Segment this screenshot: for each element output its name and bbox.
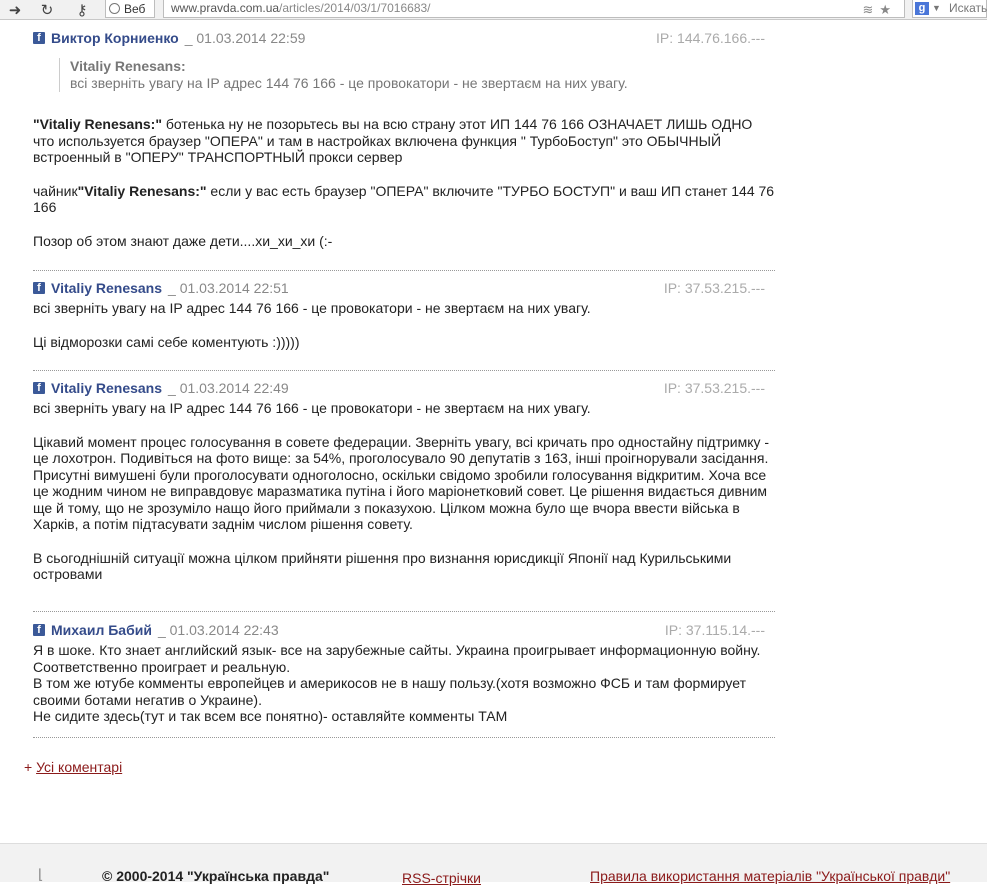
reply-mention: "Vitaliy Renesans:" bbox=[33, 116, 162, 132]
quote-text: всі зверніть увагу на IP адрес 144 76 16… bbox=[70, 75, 628, 91]
comment-body: всі зверніть увагу на IP адрес 144 76 16… bbox=[33, 300, 775, 350]
key-icon[interactable]: ⚷ bbox=[70, 0, 94, 19]
comment-paragraph: всі зверніть увагу на IP адрес 144 76 16… bbox=[33, 300, 591, 316]
browser-toolbar: ➜ ↻ ⚷ Веб www.pravda.com.ua/articles/201… bbox=[0, 0, 987, 20]
comment-paragraph: всі зверніть увагу на IP адрес 144 76 16… bbox=[33, 400, 591, 416]
plus-icon: + bbox=[24, 759, 33, 775]
url-path: /articles/2014/03/1/7016683/ bbox=[279, 1, 431, 15]
comment-ip: IP: 144.76.166.--- bbox=[656, 30, 765, 46]
comment-paragraph: "Vitaliy Renesans:" ботенька ну не позор… bbox=[33, 116, 775, 166]
paragraph-text: чайник bbox=[33, 182, 78, 199]
all-comments-label[interactable]: Усі коментарі bbox=[36, 759, 122, 775]
forward-arrow-icon[interactable]: ➜ bbox=[6, 0, 24, 19]
comment-divider bbox=[33, 737, 775, 738]
comment-ip: IP: 37.53.215.--- bbox=[663, 380, 765, 396]
comment-author[interactable]: Vitaliy Renesans bbox=[51, 380, 162, 397]
comment-header: f Михаил Бабий _ 01.03.2014 22:43 bbox=[33, 612, 775, 638]
comment-author[interactable]: Виктор Корниенко bbox=[51, 30, 179, 47]
comment-paragraph: Позор об этом знают даже дети....хи_хи_х… bbox=[33, 232, 333, 249]
facebook-icon: f bbox=[33, 624, 45, 636]
search-placeholder: Искать bbox=[949, 1, 987, 15]
quote-author: Vitaliy Renesans: bbox=[70, 58, 186, 74]
rss-link[interactable]: RSS-стрічки bbox=[402, 870, 481, 886]
bookmark-star-icon[interactable]: ★ bbox=[879, 2, 891, 18]
footer-copyright: © 2000-2014 "Українська правда" bbox=[102, 868, 330, 884]
web-tab[interactable]: Веб bbox=[105, 0, 155, 18]
rss-feed-icon[interactable]: ≋ bbox=[862, 2, 873, 18]
comment-ip: IP: 37.53.215.--- bbox=[663, 280, 765, 296]
comment-author[interactable]: Vitaliy Renesans bbox=[51, 280, 162, 297]
comment-paragraph: Цікавий момент процес голосування в сове… bbox=[33, 433, 770, 533]
facebook-icon: f bbox=[33, 382, 45, 394]
all-comments-link[interactable]: + Усі коментарі bbox=[24, 759, 122, 775]
comment-date: _ 01.03.2014 22:43 bbox=[157, 621, 279, 638]
comment-body: "Vitaliy Renesans:" ботенька ну не позор… bbox=[33, 116, 775, 249]
comment-ip: IP: 37.115.14.--- bbox=[664, 622, 765, 638]
search-engine-badge[interactable]: g bbox=[915, 2, 929, 15]
comment-body: Я в шоке. Кто знает английский язык- все… bbox=[33, 642, 775, 725]
comment-paragraph: Я в шоке. Кто знает английский язык- все… bbox=[33, 642, 761, 675]
comment-paragraph: Ці відморозки самі себе коментують :))))… bbox=[33, 333, 300, 350]
comment: f Vitaliy Renesans _ 01.03.2014 22:51 IP… bbox=[33, 271, 775, 370]
comment: f Виктор Корниенко _ 01.03.2014 22:59 IP… bbox=[33, 22, 775, 270]
usage-rules-link[interactable]: Правила використання матеріалів "Українс… bbox=[590, 868, 950, 884]
comment-date: _ 01.03.2014 22:59 bbox=[184, 29, 306, 46]
comment-paragraph: В сьогоднішній ситуації можна цілком при… bbox=[33, 549, 732, 583]
comment: f Михаил Бабий _ 01.03.2014 22:43 IP: 37… bbox=[33, 612, 775, 737]
comment-author[interactable]: Михаил Бабий bbox=[51, 622, 152, 639]
comment-paragraph: чайник"Vitaliy Renesans:" если у вас ест… bbox=[33, 183, 775, 216]
facebook-icon: f bbox=[33, 32, 45, 44]
web-tab-label: Веб bbox=[124, 2, 146, 16]
comment-paragraph: Не сидите здесь(тут и так всем все понят… bbox=[33, 708, 508, 724]
site-logo-icon: ⌊ bbox=[38, 866, 44, 882]
comment-date: _ 01.03.2014 22:51 bbox=[168, 279, 289, 296]
facebook-icon: f bbox=[33, 282, 45, 294]
comment-date: _ 01.03.2014 22:49 bbox=[168, 379, 289, 396]
url-host: www.pravda.com.ua bbox=[171, 1, 280, 15]
reload-icon[interactable]: ↻ bbox=[38, 0, 56, 19]
address-bar[interactable]: www.pravda.com.ua/articles/2014/03/1/701… bbox=[163, 0, 905, 18]
comments-list: f Виктор Корниенко _ 01.03.2014 22:59 IP… bbox=[33, 22, 775, 738]
search-box[interactable]: g ▼ Искать bbox=[912, 0, 987, 18]
comment-quote: Vitaliy Renesans: всі зверніть увагу на … bbox=[59, 58, 775, 92]
globe-icon bbox=[109, 3, 120, 14]
comment: f Vitaliy Renesans _ 01.03.2014 22:49 IP… bbox=[33, 371, 775, 611]
reply-mention: "Vitaliy Renesans:" bbox=[77, 182, 207, 199]
comment-body: всі зверніть увагу на IP адрес 144 76 16… bbox=[33, 400, 775, 583]
chevron-down-icon[interactable]: ▼ bbox=[932, 0, 941, 17]
address-bar-icons: ≋ ★ bbox=[862, 0, 891, 19]
comment-paragraph: В том же ютубе комменты европейцев и аме… bbox=[33, 675, 746, 708]
page-footer: ⌊ © 2000-2014 "Українська правда" RSS-ст… bbox=[0, 843, 987, 886]
